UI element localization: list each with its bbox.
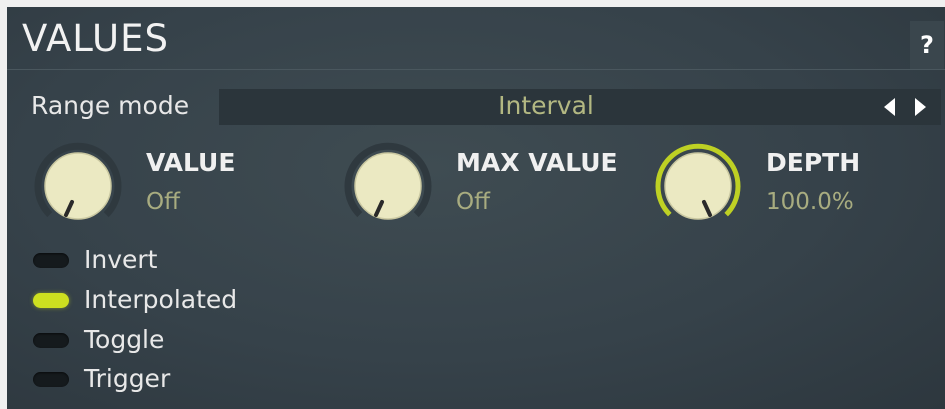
title-divider bbox=[7, 69, 945, 70]
toggle-led-icon[interactable] bbox=[33, 333, 69, 348]
toggle-switch[interactable]: Toggle bbox=[33, 323, 293, 355]
invert-label[interactable]: Invert bbox=[84, 243, 157, 277]
value-knob-label: VALUE bbox=[146, 148, 236, 177]
trigger-label[interactable]: Trigger bbox=[84, 362, 170, 396]
invert-switch[interactable]: Invert bbox=[33, 243, 293, 275]
help-button[interactable]: ? bbox=[910, 21, 944, 69]
interpolated-label[interactable]: Interpolated bbox=[84, 283, 237, 317]
panel-title: VALUES bbox=[22, 17, 169, 60]
depth-knob-readout[interactable]: 100.0% bbox=[766, 187, 854, 217]
range-mode-value[interactable]: Interval bbox=[219, 89, 873, 123]
max-value-knob-readout[interactable]: Off bbox=[456, 187, 490, 217]
value-knob[interactable] bbox=[26, 133, 130, 237]
value-knob-readout[interactable]: Off bbox=[146, 187, 180, 217]
range-mode-label: Range mode bbox=[31, 91, 190, 120]
invert-led-icon[interactable] bbox=[33, 253, 69, 268]
depth-knob-label: DEPTH bbox=[766, 148, 861, 177]
max-value-knob-label: MAX VALUE bbox=[456, 148, 618, 177]
trigger-led-icon[interactable] bbox=[33, 372, 69, 387]
toggle-label[interactable]: Toggle bbox=[84, 323, 164, 357]
previous-arrow-icon[interactable] bbox=[884, 98, 895, 116]
values-panel: VALUES ? Range mode Interval VALUE Off M… bbox=[7, 7, 945, 409]
range-mode-selector[interactable]: Interval bbox=[219, 89, 941, 125]
interpolated-led-icon[interactable] bbox=[33, 293, 69, 308]
interpolated-switch[interactable]: Interpolated bbox=[33, 283, 293, 315]
next-arrow-icon[interactable] bbox=[915, 98, 926, 116]
depth-knob[interactable] bbox=[646, 133, 750, 237]
max-value-knob[interactable] bbox=[336, 133, 440, 237]
trigger-switch[interactable]: Trigger bbox=[33, 362, 293, 394]
